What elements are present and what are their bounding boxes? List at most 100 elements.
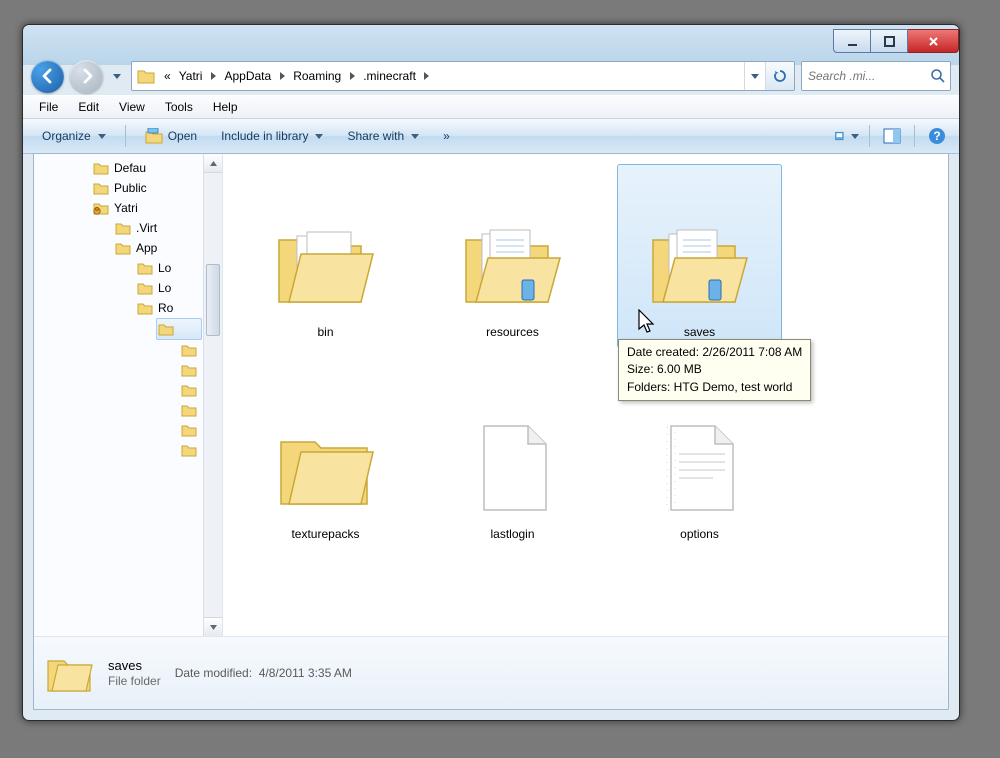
folder-icon	[92, 200, 110, 216]
file-item[interactable]: resources	[430, 164, 595, 348]
folder-icon	[157, 321, 175, 337]
tree-item-label: Defau	[114, 161, 146, 175]
tree-item[interactable]	[34, 340, 222, 360]
include-in-library-button[interactable]: Include in library	[212, 125, 332, 147]
tree-item[interactable]: App	[34, 238, 222, 258]
breadcrumb-overflow[interactable]: «	[160, 61, 175, 91]
details-name: saves	[108, 658, 161, 673]
scroll-up-button[interactable]	[204, 154, 222, 173]
search-icon[interactable]	[930, 68, 946, 84]
help-button[interactable]: ?	[925, 126, 949, 146]
menu-tools[interactable]: Tools	[155, 98, 203, 116]
tree-item-label: Yatri	[114, 201, 138, 215]
folder-icon	[136, 260, 154, 276]
folder-icon	[136, 280, 154, 296]
folder-icon	[180, 402, 198, 418]
tree-item[interactable]: Ro	[34, 298, 222, 318]
tooltip: Date created: 2/26/2011 7:08 AM Size: 6.…	[618, 339, 811, 401]
address-history-dropdown[interactable]	[744, 62, 765, 90]
file-item[interactable]: lastlogin	[430, 366, 595, 550]
tree-item[interactable]	[34, 400, 222, 420]
scroll-thumb[interactable]	[206, 264, 220, 336]
folder-icon	[180, 422, 198, 438]
titlebar[interactable]	[23, 25, 959, 57]
file-item-label: options	[680, 527, 719, 541]
tree-item-label: App	[136, 241, 157, 255]
file-item[interactable]: bin	[243, 164, 408, 348]
tree-item[interactable]	[34, 420, 222, 440]
tree-item[interactable]	[156, 318, 202, 340]
address-bar[interactable]: « Yatri AppData Roaming .minecraft	[131, 61, 795, 91]
tree-item[interactable]: Public	[34, 178, 222, 198]
breadcrumb-item[interactable]: Roaming	[289, 61, 345, 91]
menu-view[interactable]: View	[109, 98, 155, 116]
file-list[interactable]: bin resources saves texturepacks lastlogin op…	[223, 154, 948, 636]
tree-item[interactable]: .Virt	[34, 218, 222, 238]
file-item[interactable]: texturepacks	[243, 366, 408, 550]
folder-icon	[271, 209, 381, 319]
chevron-right-icon[interactable]	[275, 62, 289, 90]
minimize-button[interactable]	[833, 29, 871, 53]
tree-item-label: .Virt	[136, 221, 157, 235]
menu-bar: File Edit View Tools Help	[23, 95, 959, 119]
refresh-button[interactable]	[765, 62, 794, 90]
breadcrumb-item[interactable]: Yatri	[175, 61, 207, 91]
menu-help[interactable]: Help	[203, 98, 248, 116]
forward-button[interactable]	[70, 60, 103, 93]
command-bar: Organize Open Include in library Share w…	[23, 119, 959, 154]
chevron-right-icon[interactable]	[206, 62, 220, 90]
search-box[interactable]	[801, 61, 951, 91]
preview-pane-button[interactable]	[880, 126, 904, 146]
menu-file[interactable]: File	[29, 98, 68, 116]
details-modified-label: Date modified:	[175, 666, 252, 680]
file-item-label: resources	[486, 325, 539, 339]
tree-scrollbar[interactable]	[203, 154, 222, 636]
folder-icon	[114, 220, 132, 236]
details-modified-value: 4/8/2011 3:35 AM	[259, 666, 352, 680]
tree-item[interactable]: Lo	[34, 258, 222, 278]
toolbar-overflow[interactable]: »	[434, 125, 459, 147]
menu-edit[interactable]: Edit	[68, 98, 109, 116]
search-input[interactable]	[806, 68, 930, 84]
chevron-right-icon[interactable]	[345, 62, 359, 90]
folder-icon	[136, 66, 156, 86]
folder-icon	[180, 382, 198, 398]
file-item-label: bin	[317, 325, 333, 339]
tree-item[interactable]: Yatri	[34, 198, 222, 218]
tree-item[interactable]	[34, 440, 222, 460]
details-type: File folder	[108, 674, 161, 688]
tooltip-line: Date created: 2/26/2011 7:08 AM	[627, 344, 802, 361]
tree-item[interactable]	[34, 360, 222, 380]
file-item-label: lastlogin	[490, 527, 534, 541]
tree-item[interactable]	[34, 380, 222, 400]
tree-item-label: Lo	[158, 281, 171, 295]
view-mode-button[interactable]	[835, 126, 859, 146]
chevron-right-icon[interactable]	[420, 62, 434, 90]
file-icon	[458, 411, 568, 521]
folder-icon	[92, 180, 110, 196]
tree-item[interactable]: Defau	[34, 158, 222, 178]
folder-icon	[645, 209, 755, 319]
folder-icon	[180, 442, 198, 458]
close-button[interactable]	[908, 29, 959, 53]
tooltip-line: Folders: HTG Demo, test world	[627, 379, 802, 396]
share-with-button[interactable]: Share with	[338, 125, 428, 147]
tree-item-label: Lo	[158, 261, 171, 275]
breadcrumb-item[interactable]: .minecraft	[359, 61, 420, 91]
open-icon	[145, 128, 163, 144]
nav-history-dropdown[interactable]	[109, 65, 125, 87]
open-button[interactable]: Open	[136, 124, 206, 148]
maximize-button[interactable]	[871, 29, 908, 53]
file-item-label: saves	[684, 325, 715, 339]
breadcrumb-item[interactable]: AppData	[220, 61, 275, 91]
tooltip-line: Size: 6.00 MB	[627, 361, 802, 378]
nav-tree[interactable]: DefauPublicYatri.VirtAppLoLoRo	[34, 154, 223, 636]
scroll-down-button[interactable]	[204, 617, 222, 636]
back-button[interactable]	[31, 60, 64, 93]
organize-button[interactable]: Organize	[33, 125, 115, 147]
folder-icon	[114, 240, 132, 256]
tree-item[interactable]: Lo	[34, 278, 222, 298]
explorer-window: « Yatri AppData Roaming .minecraft File …	[22, 24, 960, 721]
file-item[interactable]: saves	[617, 164, 782, 348]
folder-icon	[180, 362, 198, 378]
